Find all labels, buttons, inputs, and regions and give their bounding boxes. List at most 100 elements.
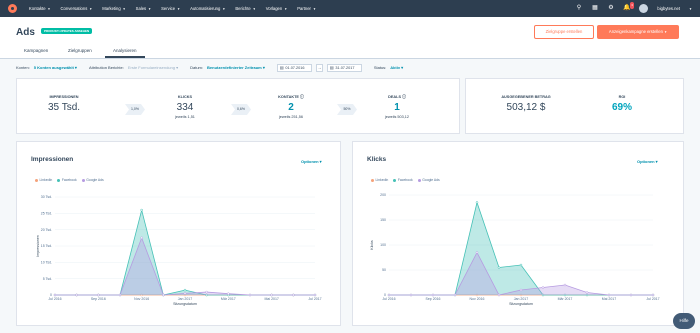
top-navigation: Kontakte ▼ Conversations ▼ Marketing ▼ Sale… [0, 0, 700, 17]
caret-down-icon: ▼ [222, 6, 226, 11]
caret-down-icon: ▼ [252, 6, 256, 11]
contacts-sub: jeweils 251,56 [278, 115, 304, 119]
hubspot-logo-icon[interactable] [8, 4, 17, 13]
caret-down-icon: ▼ [177, 6, 181, 11]
nav-label: Automatisierung [190, 6, 221, 11]
data-point [475, 251, 479, 254]
create-ad-campaign-button[interactable]: Anzeigenkampagne erstellen ▼ [597, 25, 679, 39]
kpi-funnel-card: IMPRESSIONEN 35 Tsd. 1,0% KLICKS 334 jew… [16, 78, 460, 134]
clicks-value: 334 [176, 102, 194, 113]
clicks-chart: 050100150200Jul 2016 Sep 2016 Nov 2016 Jan … [370, 193, 660, 306]
data-point [53, 293, 57, 297]
nav-item-partner[interactable]: Partner ▼ [297, 6, 316, 11]
data-point [519, 288, 523, 292]
caret-down-icon: ▼ [122, 6, 126, 11]
notifications-bell-icon[interactable]: 🔔 3 [623, 2, 635, 12]
date-filter-label: Datum: [190, 65, 204, 70]
data-point [519, 263, 523, 267]
caret-down-icon: ▼ [148, 6, 152, 11]
x-tick-label: Mär 2017 [558, 297, 573, 301]
date-to-input[interactable]: ▤ 31.07.2017 [326, 63, 362, 72]
nav-item-service[interactable]: Service ▼ [161, 6, 180, 11]
help-button[interactable]: Hilfe [673, 313, 695, 329]
product-updates-tag[interactable]: PRODUKT-UPDATES ANSEHEN [41, 28, 93, 34]
x-tick-label: Mai 2017 [264, 297, 278, 301]
y-tick-label: 15 Tsd. [41, 244, 52, 248]
nav-item-sales[interactable]: Sales ▼ [136, 6, 151, 11]
nav-item-berichte[interactable]: Berichte ▼ [235, 6, 255, 11]
status-filter-dropdown[interactable]: Aktiv ▾ [390, 65, 403, 70]
date-range-dropdown[interactable]: Benutzerdefinierter Zeitraum ▾ [207, 65, 265, 70]
data-point [292, 293, 295, 297]
search-icon[interactable]: ⚲ [575, 5, 582, 12]
contacts-label: KONTAKTE ⓘ [261, 95, 321, 100]
data-point [75, 293, 78, 297]
dropdown-value: 5 Konten ausgewählt [33, 65, 74, 70]
label-text: DEALS [388, 95, 401, 99]
data-point [629, 293, 633, 297]
y-axis-title: Impressionen [36, 235, 40, 257]
accounts-filter-label: Konten: [16, 65, 30, 70]
y-tick-label: 100 [380, 243, 386, 247]
x-tick-label: Jul 2016 [382, 297, 395, 301]
nav-item-vorlagen[interactable]: Vorlagen ▼ [266, 6, 288, 11]
page-header: Ads PRODUKT-UPDATES ANSEHEN Zielgruppe e… [0, 17, 700, 44]
dropdown-value: Erste Formulareinsendung [127, 65, 175, 70]
tab-kampagnen[interactable]: Kampagnen [24, 48, 48, 53]
data-point [497, 293, 501, 297]
caret-down-icon: ▼ [312, 6, 316, 11]
conversion-rate-3: 50% [337, 104, 357, 115]
x-tick-label: Jul 2017 [646, 297, 659, 301]
nav-item-marketing[interactable]: Marketing ▼ [102, 6, 125, 11]
data-point [475, 201, 479, 204]
data-point [497, 266, 501, 269]
attribution-filter-dropdown[interactable]: Erste Formulareinsendung ▾ [128, 65, 178, 70]
y-tick-label: 200 [380, 193, 386, 197]
y-axis-title: Klicks [370, 240, 374, 250]
account-name[interactable]: bigbytes.net [657, 6, 680, 11]
data-point [118, 293, 122, 297]
marketplace-icon[interactable]: ▦ [591, 5, 598, 12]
deals-value[interactable]: 1 [367, 102, 427, 113]
series-area [389, 202, 653, 295]
caret-down-icon: ▼ [284, 6, 288, 11]
caret-down-icon: ▼ [47, 6, 51, 11]
status-filter-label: Status: [373, 65, 387, 70]
info-icon[interactable]: ⓘ [402, 95, 406, 99]
y-tick-label: 5 Tsd. [43, 277, 52, 281]
nav-item-kontakte[interactable]: Kontakte ▼ [29, 6, 51, 11]
impressions-value: 35 Tsd. [47, 102, 81, 113]
date-from-input[interactable]: ▤ 01.07.2016 [276, 63, 312, 72]
tab-zielgruppen[interactable]: Zielgruppen [68, 48, 92, 53]
gear-icon[interactable]: ⚙ [607, 5, 614, 12]
data-point [162, 293, 165, 297]
x-tick-label: Mai 2017 [602, 297, 616, 301]
create-audience-button[interactable]: Zielgruppe erstellen [534, 25, 594, 39]
calendar-icon: ▤ [329, 65, 334, 70]
contacts-value[interactable]: 2 [261, 102, 321, 113]
nav-item-conversations[interactable]: Conversations ▼ [61, 6, 93, 11]
arrow-right-icon: → [315, 63, 323, 72]
label-text: KONTAKTE [278, 95, 299, 99]
y-tick-label: 150 [380, 218, 386, 222]
info-icon[interactable]: ⓘ [300, 95, 304, 99]
data-point [651, 293, 655, 297]
data-point [205, 290, 208, 294]
impressions-chart-card: Impressionen Optionen ▾ LinkedIn Faceboo… [16, 141, 341, 326]
deals-label: DEALS ⓘ [367, 95, 427, 100]
nav-label: Sales [135, 6, 147, 11]
button-label: Anzeigenkampagne erstellen [608, 29, 663, 34]
series-line [55, 209, 315, 296]
tab-analysieren[interactable]: Analysieren [105, 48, 145, 58]
deals-sub: jeweils 503,12 [384, 115, 410, 119]
nav-item-automatisierung[interactable]: Automatisierung ▼ [190, 6, 225, 11]
conversion-rate-2: 0,6% [231, 104, 251, 115]
series-line [55, 236, 315, 296]
data-point [453, 293, 457, 297]
data-point [97, 293, 100, 297]
avatar[interactable] [639, 4, 649, 13]
accounts-filter-dropdown[interactable]: 5 Konten ausgewählt ▾ [34, 65, 77, 70]
roi-label: ROI [618, 95, 626, 99]
series-area [55, 210, 315, 295]
roi-value: 69% [611, 102, 632, 113]
